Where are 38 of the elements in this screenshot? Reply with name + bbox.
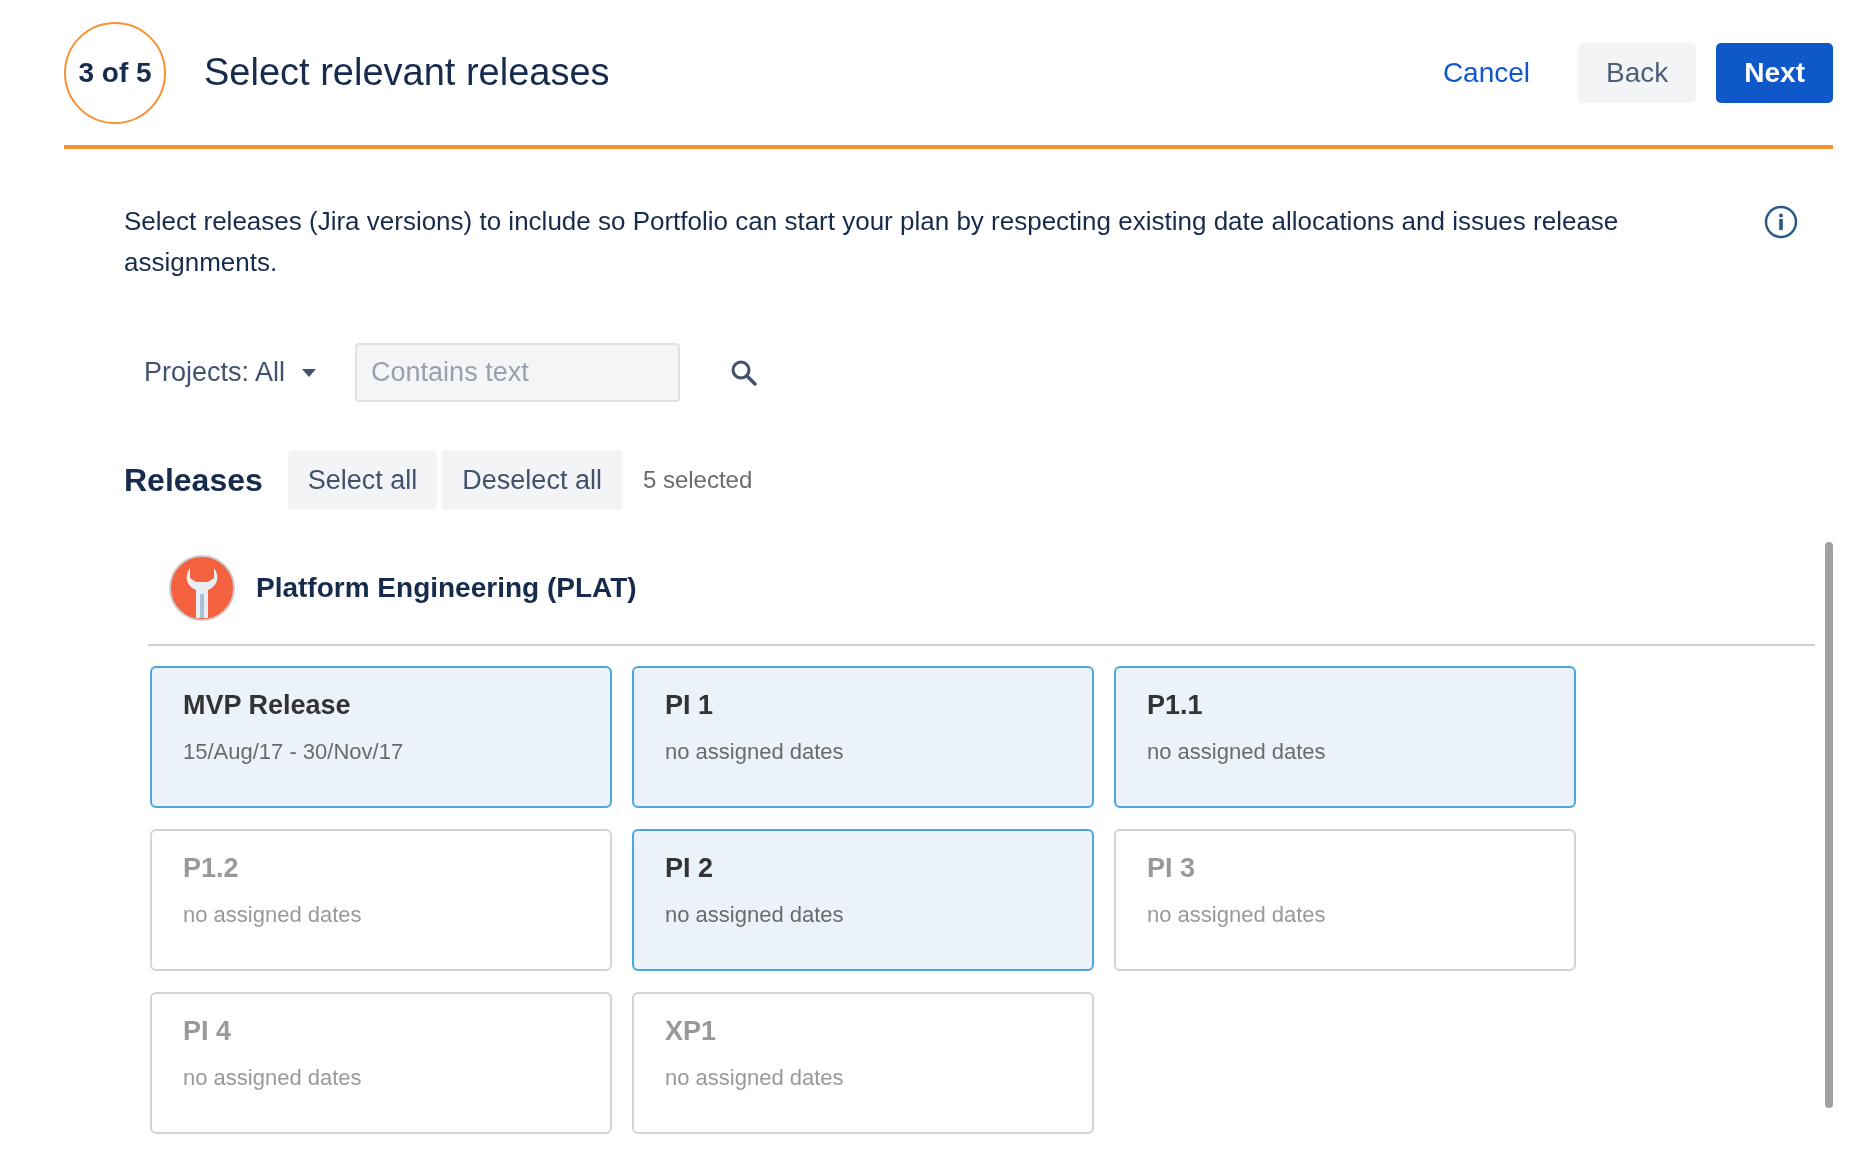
release-dates: no assigned dates: [665, 739, 845, 765]
release-dates: no assigned dates: [1147, 739, 1327, 765]
release-card[interactable]: P1.1 no assigned dates: [1114, 666, 1576, 808]
page-title: Select relevant releases: [204, 51, 611, 94]
release-card[interactable]: PI 2 no assigned dates: [632, 829, 1094, 971]
release-name: PI 1: [665, 690, 715, 721]
release-name: PI 4: [183, 1016, 233, 1047]
release-dates: no assigned dates: [183, 1065, 363, 1091]
back-button[interactable]: Back: [1578, 42, 1697, 103]
release-card[interactable]: PI 1 no assigned dates: [632, 666, 1094, 808]
release-name: PI 2: [665, 853, 715, 884]
wrench-avatar-icon: [168, 554, 236, 622]
release-name: P1.1: [1147, 690, 1204, 721]
selected-count: 5 selected: [642, 466, 753, 494]
step-indicator: 3 of 5: [64, 21, 166, 124]
release-name: P1.2: [183, 853, 240, 884]
releases-heading: Releases: [124, 461, 263, 499]
release-dates: no assigned dates: [183, 902, 363, 928]
projects-dropdown[interactable]: Projects: All: [144, 357, 318, 388]
release-dates: no assigned dates: [665, 1065, 845, 1091]
release-name: PI 3: [1147, 853, 1197, 884]
release-dates: no assigned dates: [665, 902, 845, 928]
info-icon[interactable]: [1764, 205, 1798, 239]
deselect-all-button[interactable]: Deselect all: [442, 450, 622, 510]
caret-icon: [301, 367, 318, 378]
release-name: XP1: [665, 1016, 718, 1047]
release-name: MVP Release: [183, 690, 352, 721]
release-dates: 15/Aug/17 - 30/Nov/17: [183, 739, 405, 765]
select-all-button[interactable]: Select all: [287, 450, 438, 510]
search-icon[interactable]: [730, 358, 759, 387]
cancel-link[interactable]: Cancel: [1414, 42, 1559, 103]
next-button[interactable]: Next: [1716, 42, 1833, 103]
project-name: Platform Engineering (PLAT): [256, 572, 637, 604]
release-card[interactable]: MVP Release 15/Aug/17 - 30/Nov/17: [150, 666, 612, 808]
description-text: Select releases (Jira versions) to include so Portfolio can start your plan by respecting existing date allocations and issues release assignments.: [124, 205, 1620, 279]
release-dates: no assigned dates: [1147, 902, 1327, 928]
search-field[interactable]: Contains text: [355, 343, 681, 402]
scrollbar[interactable]: [1825, 542, 1833, 1108]
